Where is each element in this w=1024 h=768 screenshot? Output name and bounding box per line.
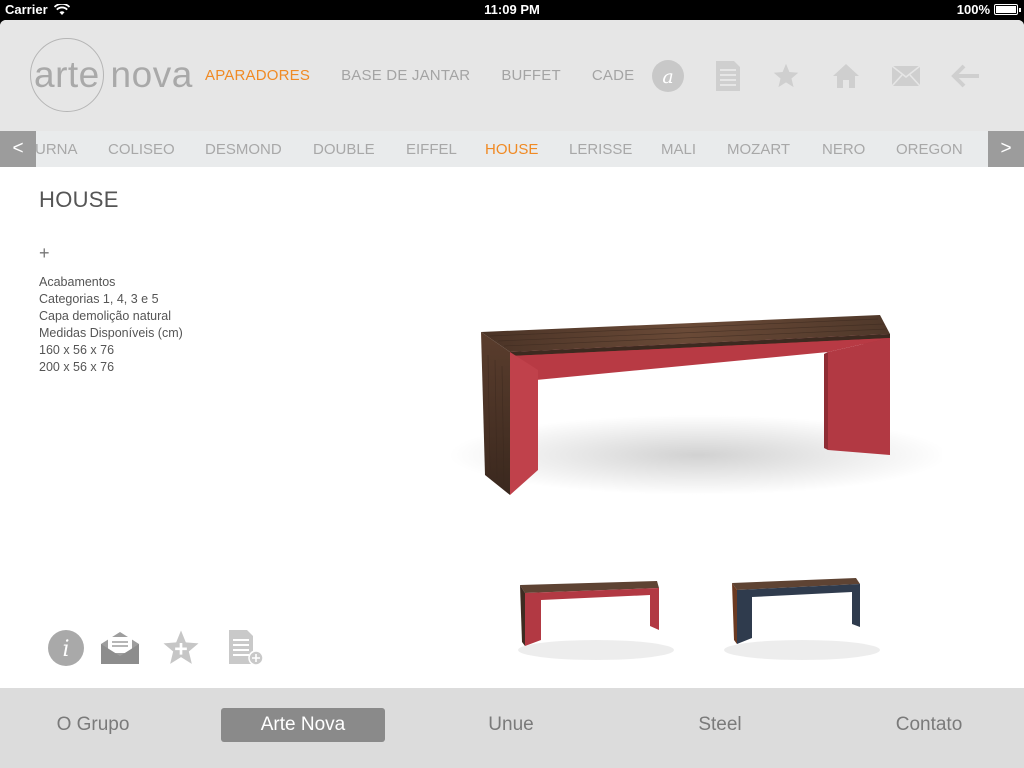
status-bar: Carrier 11:09 PM 100% bbox=[0, 0, 1024, 20]
app-window: arte nova APARADORES BASE DE JANTAR BUFF… bbox=[0, 20, 1024, 768]
info-icon[interactable]: i bbox=[44, 626, 88, 670]
battery-icon bbox=[994, 4, 1021, 15]
product-link-desmond[interactable]: DESMOND bbox=[205, 141, 282, 158]
header: arte nova APARADORES BASE DE JANTAR BUFF… bbox=[0, 20, 1024, 131]
add-document-icon[interactable] bbox=[222, 626, 266, 670]
product-link-eiffel[interactable]: EIFFEL bbox=[406, 141, 457, 158]
battery-indicator: 100% bbox=[956, 2, 1021, 17]
spec-line: Medidas Disponíveis (cm) bbox=[39, 326, 183, 340]
spec-line: 160 x 56 x 76 bbox=[39, 343, 115, 357]
tab-unue[interactable]: Unue bbox=[448, 708, 574, 742]
expand-details-button[interactable]: + bbox=[39, 244, 50, 262]
product-thumbnail-blue[interactable] bbox=[722, 560, 882, 670]
a-logo-icon[interactable]: a bbox=[650, 58, 686, 94]
mail-icon[interactable] bbox=[888, 58, 924, 94]
svg-text:a: a bbox=[662, 66, 673, 88]
slider-next-button[interactable]: > bbox=[988, 131, 1024, 167]
slider-prev-button[interactable]: < bbox=[0, 131, 36, 167]
email-icon[interactable] bbox=[98, 626, 142, 670]
product-slider-items: URNA COLISEO DESMOND DOUBLE EIFFEL HOUSE… bbox=[0, 141, 1024, 161]
tab-o-grupo[interactable]: O Grupo bbox=[30, 708, 156, 742]
product-specs: Acabamentos Categorias 1, 4, 3 e 5 Capa … bbox=[39, 274, 183, 376]
back-arrow-icon[interactable] bbox=[948, 58, 984, 94]
category-nav: APARADORES BASE DE JANTAR BUFFET CADE bbox=[205, 67, 665, 84]
svg-text:i: i bbox=[62, 637, 69, 662]
product-link-nero[interactable]: NERO bbox=[822, 141, 865, 158]
home-icon[interactable] bbox=[828, 58, 864, 94]
document-icon[interactable] bbox=[710, 58, 746, 94]
tab-arte-nova[interactable]: Arte Nova bbox=[221, 708, 385, 742]
product-thumbnail-red[interactable] bbox=[516, 560, 676, 670]
product-link-mali[interactable]: MALI bbox=[661, 141, 696, 158]
bottom-tab-bar: O Grupo Arte Nova Unue Steel Contato bbox=[0, 688, 1024, 768]
product-title: HOUSE bbox=[39, 187, 119, 212]
logo-text: arte nova bbox=[34, 54, 193, 95]
product-link-double[interactable]: DOUBLE bbox=[313, 141, 375, 158]
tab-steel[interactable]: Steel bbox=[657, 708, 783, 742]
category-tab-base-de-jantar[interactable]: BASE DE JANTAR bbox=[341, 67, 470, 84]
clock: 11:09 PM bbox=[484, 2, 540, 17]
battery-percent: 100% bbox=[956, 2, 990, 17]
brand-logo[interactable]: arte nova bbox=[30, 38, 192, 114]
product-link-coliseo[interactable]: COLISEO bbox=[108, 141, 175, 158]
spec-line: Capa demolição natural bbox=[39, 309, 172, 323]
tab-contato[interactable]: Contato bbox=[866, 708, 992, 742]
product-link-urna[interactable]: URNA bbox=[35, 141, 78, 158]
add-favorite-icon[interactable] bbox=[159, 626, 203, 670]
category-tab-aparadores[interactable]: APARADORES bbox=[205, 67, 310, 84]
spec-line: Acabamentos bbox=[39, 275, 116, 289]
spec-line: Categorias 1, 4, 3 e 5 bbox=[39, 292, 159, 306]
product-link-mozart[interactable]: MOZART bbox=[727, 141, 790, 158]
category-tab-cade[interactable]: CADE bbox=[592, 67, 634, 84]
category-tab-buffet[interactable]: BUFFET bbox=[501, 67, 561, 84]
star-icon[interactable] bbox=[768, 58, 804, 94]
product-link-house[interactable]: HOUSE bbox=[485, 141, 538, 158]
product-link-oregon[interactable]: OREGON bbox=[896, 141, 963, 158]
product-main-image[interactable] bbox=[448, 220, 948, 550]
product-link-lerisse[interactable]: LERISSE bbox=[569, 141, 632, 158]
product-slider: < URNA COLISEO DESMOND DOUBLE EIFFEL HOU… bbox=[0, 131, 1024, 167]
spec-line: 200 x 56 x 76 bbox=[39, 360, 115, 374]
